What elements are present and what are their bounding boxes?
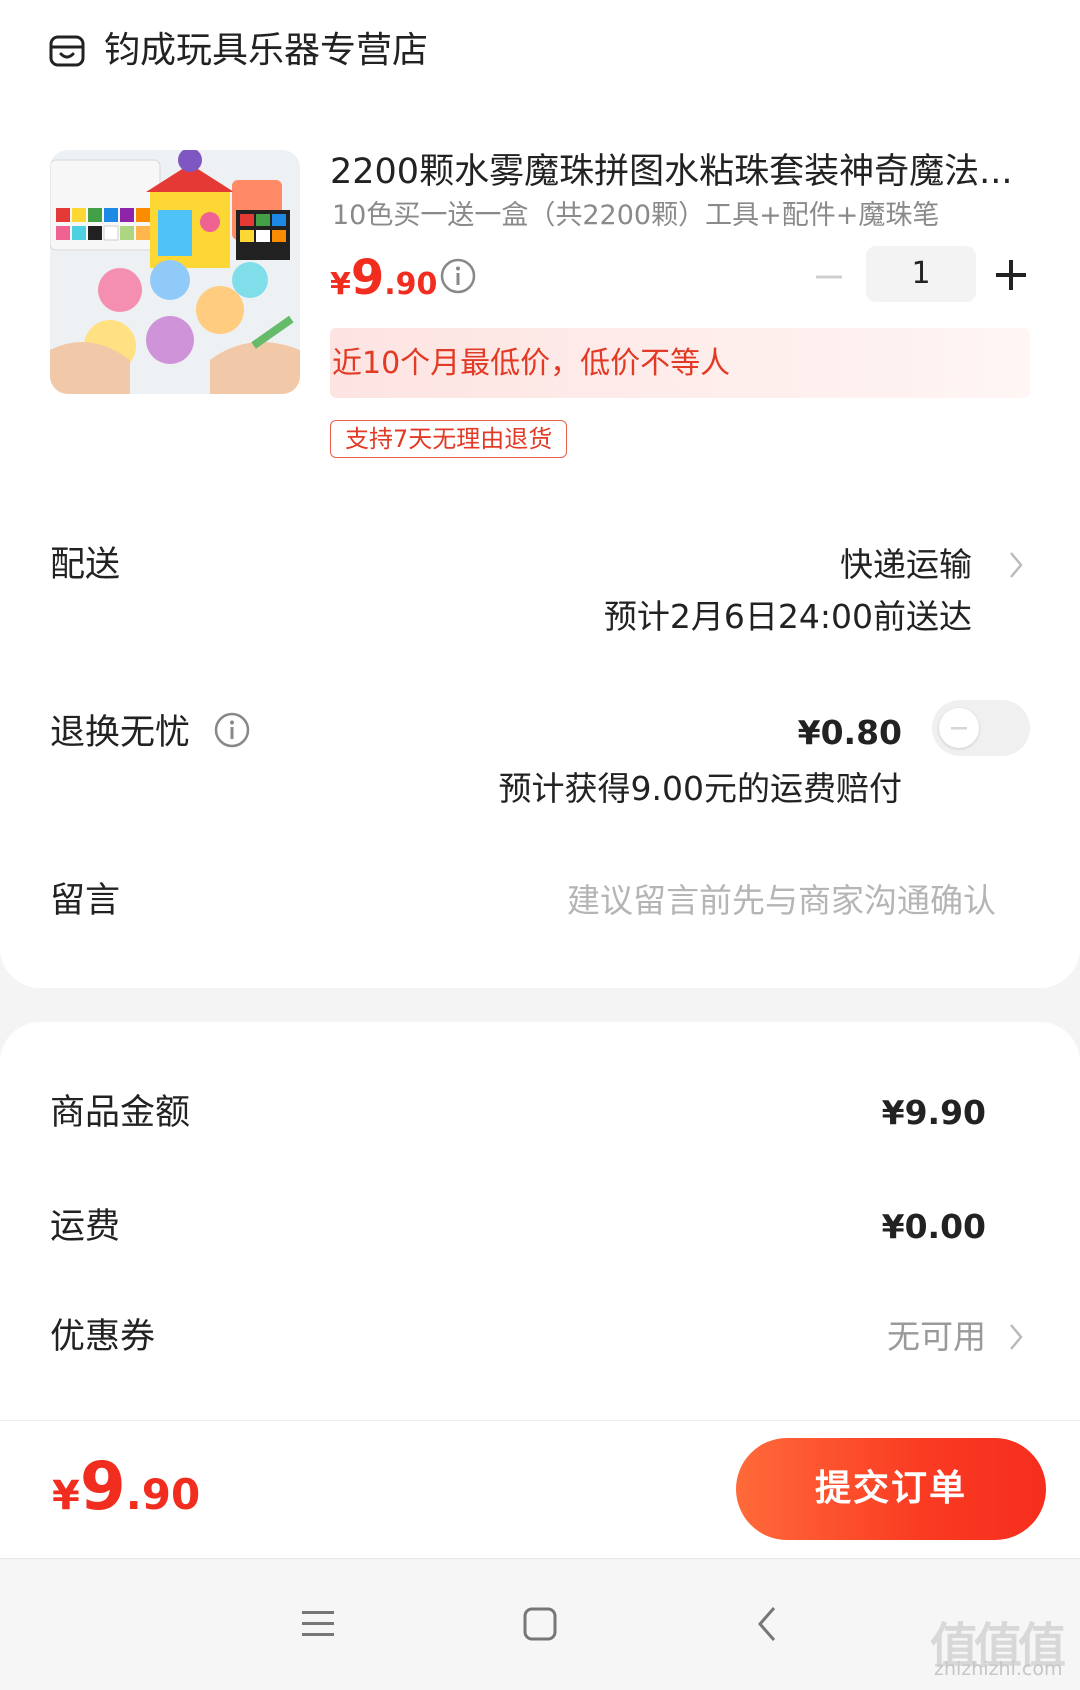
message-label: 留言 xyxy=(50,881,121,921)
chevron-right-icon[interactable] xyxy=(1008,550,1024,580)
store-name[interactable]: 钧成玩具乐器专营店 xyxy=(104,28,428,74)
price-info-icon[interactable] xyxy=(440,258,476,294)
total-integer: 9 xyxy=(79,1448,126,1525)
watermark-url: zhizhizhi.com xyxy=(934,1658,1063,1680)
total-decimal: .90 xyxy=(125,1470,201,1519)
product-spec[interactable]: 10色买一送一盒（共2200颗）工具+配件+魔珠笔 xyxy=(332,198,939,234)
total-price: ¥9.90 xyxy=(52,1448,200,1525)
price-currency: ¥ xyxy=(330,267,351,302)
total-currency: ¥ xyxy=(52,1473,80,1519)
price-decimal: .90 xyxy=(384,267,438,302)
back-icon[interactable] xyxy=(746,1602,790,1646)
coupon-value[interactable]: 无可用 xyxy=(887,1314,986,1360)
product-image[interactable] xyxy=(50,150,300,394)
quantity-input[interactable]: 1 xyxy=(866,246,976,302)
product-title[interactable]: 2200颗水雾魔珠拼图水粘珠套装神奇魔法... xyxy=(330,148,1030,196)
return-policy-badge: 支持7天无理由退货 xyxy=(330,420,568,458)
delivery-method[interactable]: 快递运输 xyxy=(840,542,972,588)
return-insurance-price: ¥0.80 xyxy=(797,713,902,752)
shipping-fee-label: 运费 xyxy=(50,1207,121,1247)
quantity-decrease-button[interactable] xyxy=(814,262,844,292)
return-insurance-info-icon[interactable] xyxy=(214,712,250,748)
coupon-label: 优惠券 xyxy=(50,1317,156,1357)
quantity-increase-button[interactable] xyxy=(994,258,1028,292)
chevron-right-icon[interactable] xyxy=(1008,1322,1024,1352)
goods-amount-label: 商品金额 xyxy=(50,1093,191,1133)
home-icon[interactable] xyxy=(518,1602,562,1646)
toggle-knob xyxy=(939,708,979,748)
menu-icon[interactable] xyxy=(296,1602,340,1646)
product-price: ¥9.90 xyxy=(330,250,437,306)
return-insurance-note: 预计获得9.00元的运费赔付 xyxy=(498,769,902,808)
delivery-label: 配送 xyxy=(50,545,121,585)
price-integer: 9 xyxy=(350,250,385,306)
shipping-fee-value: ¥0.00 xyxy=(881,1207,986,1246)
return-insurance-label: 退换无忧 xyxy=(50,713,191,753)
delivery-estimate: 预计2月6日24:00前送达 xyxy=(603,597,972,636)
goods-amount-value: ¥9.90 xyxy=(881,1093,986,1132)
submit-order-button[interactable]: 提交订单 xyxy=(736,1438,1046,1540)
message-input[interactable]: 建议留言前先与商家沟通确认 xyxy=(567,878,996,924)
store-icon xyxy=(49,35,85,67)
toggle-off-icon xyxy=(951,727,967,730)
promo-text: 近10个月最低价，低价不等人 xyxy=(332,346,731,381)
